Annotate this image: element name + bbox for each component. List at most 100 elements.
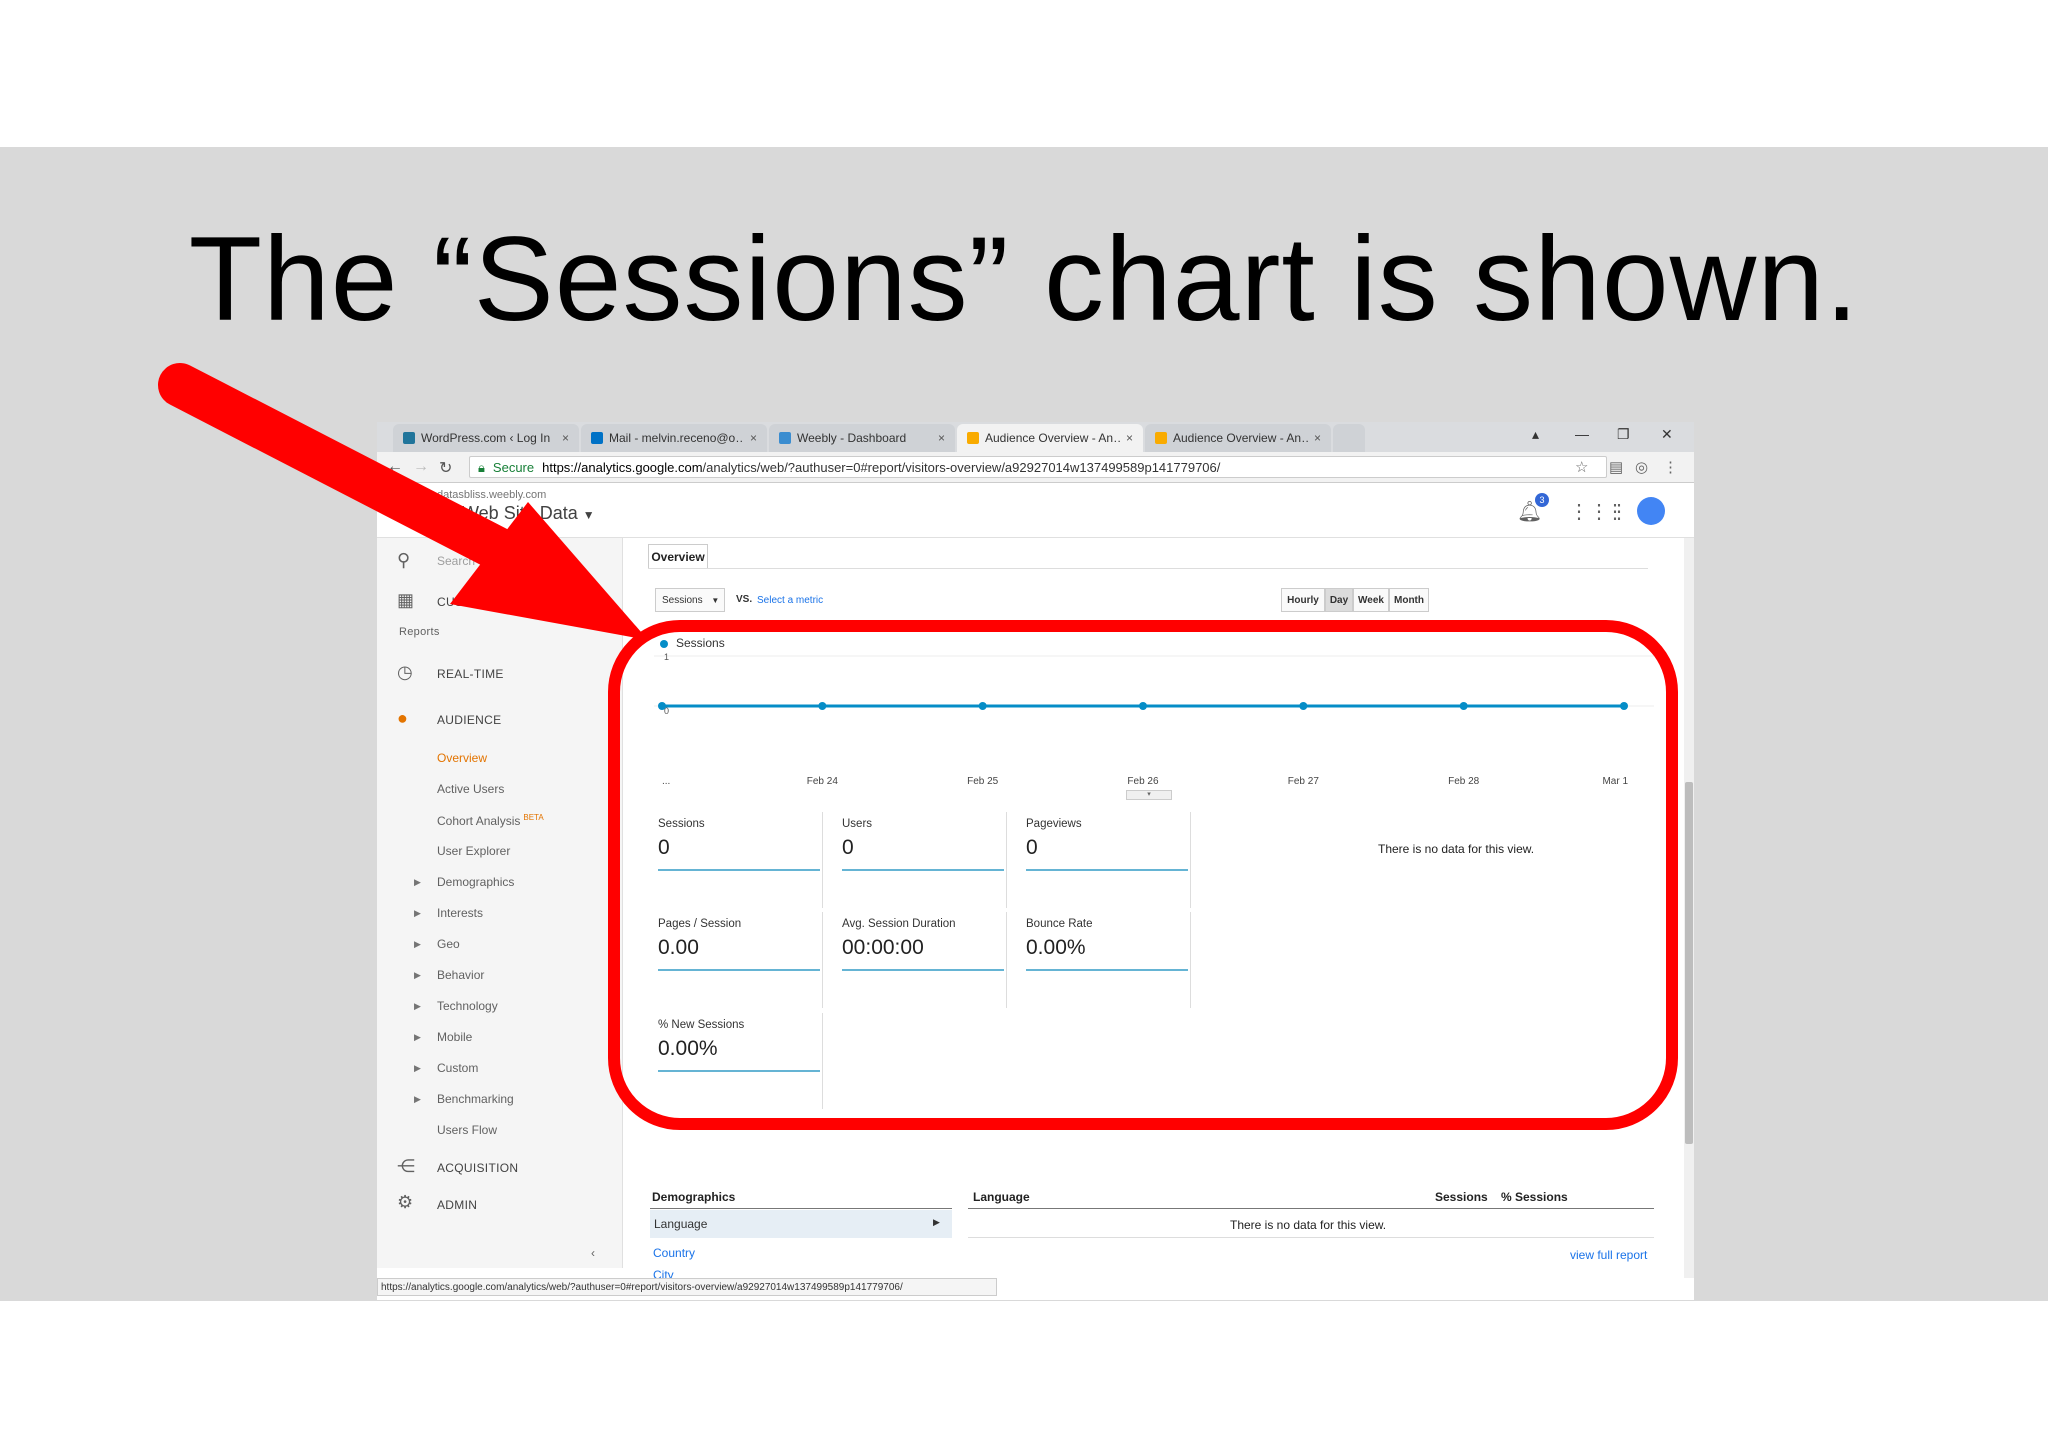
select-metric-link[interactable]: Select a metric: [757, 595, 823, 606]
demographics-language-item[interactable]: Language: [650, 1210, 952, 1238]
x-tick-label: ...: [662, 776, 670, 787]
sidebar-subitem-cohort-analysis[interactable]: Cohort Analysis BETA: [437, 813, 544, 828]
profile-icon[interactable]: ▴: [1532, 426, 1539, 443]
metric-card[interactable]: % New Sessions 0.00%: [652, 1013, 823, 1109]
x-tick-label: Feb 26: [1127, 776, 1159, 787]
reload-icon[interactable]: ↻: [439, 458, 452, 478]
expand-arrow-icon[interactable]: ▶: [414, 1063, 421, 1074]
expand-arrow-icon[interactable]: ▶: [414, 1094, 421, 1105]
expand-arrow-icon[interactable]: ▶: [414, 939, 421, 950]
browser-tab-active[interactable]: Audience Overview - An… ×: [957, 424, 1143, 452]
sidebar-subitem-geo[interactable]: Geo: [437, 937, 460, 951]
data-point[interactable]: [1459, 702, 1468, 710]
browser-tab[interactable]: WordPress.com ‹ Log In ×: [393, 424, 579, 452]
column-header-language[interactable]: Language: [973, 1190, 1030, 1204]
extension-icon[interactable]: ◎: [1635, 458, 1648, 476]
metric-label: % New Sessions: [658, 1019, 745, 1031]
chart-range-handle[interactable]: ▾: [1126, 790, 1172, 800]
close-icon[interactable]: ×: [1314, 431, 1321, 445]
sidebar-item-audience[interactable]: AUDIENCE: [437, 713, 501, 727]
sidebar-item-realtime[interactable]: REAL-TIME: [437, 667, 504, 681]
column-header-sessions[interactable]: Sessions: [1435, 1190, 1488, 1204]
url-field[interactable]: 🔒︎ Secure https://analytics.google.com/ana…: [469, 456, 1607, 478]
divider: [968, 1237, 1654, 1238]
notification-badge: 3: [1535, 493, 1549, 507]
extension-icon[interactable]: ▤: [1609, 458, 1623, 476]
metric-card[interactable]: Bounce Rate 0.00%: [1020, 912, 1191, 1008]
tab-bar: WordPress.com ‹ Log In × Mail - melvin.r…: [377, 422, 1694, 452]
data-point[interactable]: [1139, 702, 1147, 710]
back-icon[interactable]: ←: [387, 458, 403, 476]
chevron-right-icon: ▶: [933, 1217, 940, 1227]
sidebar-item-admin[interactable]: ADMIN: [437, 1198, 477, 1212]
metric-card[interactable]: Sessions 0: [652, 812, 823, 908]
close-window-icon[interactable]: ✕: [1661, 426, 1673, 443]
collapse-icon[interactable]: ‹: [591, 1246, 595, 1260]
metric-select[interactable]: Sessions ▼: [655, 588, 725, 612]
metric-card[interactable]: Users 0: [836, 812, 1007, 908]
demographics-country-link[interactable]: Country: [653, 1246, 695, 1260]
x-tick-label: Feb 24: [807, 776, 839, 787]
more-icon[interactable]: ⋮: [1605, 499, 1625, 524]
expand-arrow-icon[interactable]: ▶: [414, 877, 421, 888]
expand-arrow-icon[interactable]: ▶: [414, 1032, 421, 1043]
column-header-pct-sessions[interactable]: % Sessions: [1501, 1190, 1568, 1204]
metric-card[interactable]: Avg. Session Duration 00:00:00: [836, 912, 1007, 1008]
sidebar-item-customization[interactable]: CUSTOMIZATION: [437, 595, 539, 609]
granularity-hourly[interactable]: Hourly: [1281, 588, 1325, 612]
metric-value: 0: [658, 836, 670, 859]
sidebar-subitem-benchmarking[interactable]: Benchmarking: [437, 1092, 514, 1106]
metric-card[interactable]: Pages / Session 0.00: [652, 912, 823, 1008]
browser-tab[interactable]: Audience Overview - An… ×: [1145, 424, 1331, 452]
sidebar-subitem-behavior[interactable]: Behavior: [437, 968, 484, 982]
metric-card[interactable]: Pageviews 0: [1020, 812, 1191, 908]
metric-value: 0.00%: [1026, 936, 1086, 959]
close-icon[interactable]: ×: [938, 431, 945, 445]
sidebar-subitem-custom[interactable]: Custom: [437, 1061, 478, 1075]
sidebar-subitem-interests[interactable]: Interests: [437, 906, 483, 920]
restore-icon[interactable]: ❐: [1617, 426, 1630, 443]
metric-label: Bounce Rate: [1026, 918, 1093, 930]
expand-arrow-icon[interactable]: ▶: [414, 1001, 421, 1012]
close-icon[interactable]: ×: [750, 431, 757, 445]
main-content: Overview Sessions ▼ VS. Select a metric …: [624, 538, 1684, 1282]
granularity-day[interactable]: Day: [1325, 588, 1353, 612]
view-selector[interactable]: All Web Site Data ▼: [437, 503, 595, 524]
sidebar-subitem-users-flow[interactable]: Users Flow: [437, 1123, 497, 1137]
browser-menu-icon[interactable]: ⋮: [1663, 458, 1678, 476]
sidebar-search-input[interactable]: Search: [437, 554, 475, 568]
data-point[interactable]: [1620, 702, 1628, 710]
tab-overview[interactable]: Overview: [648, 544, 708, 569]
granularity-week[interactable]: Week: [1353, 588, 1389, 612]
sidebar-subitem-mobile[interactable]: Mobile: [437, 1030, 472, 1044]
sidebar-subitem-active-users[interactable]: Active Users: [437, 782, 504, 796]
analytics-icon: [967, 432, 979, 444]
close-icon[interactable]: ×: [562, 431, 569, 445]
minimize-icon[interactable]: —: [1575, 426, 1589, 442]
view-full-report-link[interactable]: view full report: [1570, 1248, 1647, 1262]
data-point[interactable]: [978, 702, 987, 710]
data-point[interactable]: [658, 702, 666, 710]
granularity-month[interactable]: Month: [1389, 588, 1429, 612]
browser-tab[interactable]: Weebly - Dashboard ×: [769, 424, 955, 452]
sessions-chart: 10... Feb 24 Feb 25 Feb 26 Feb 27 Feb 28 Mar 1: [654, 652, 1654, 787]
star-icon[interactable]: ☆: [1575, 458, 1588, 476]
new-tab-button[interactable]: [1333, 424, 1365, 452]
data-point[interactable]: [1299, 702, 1308, 710]
scrollbar-thumb[interactable]: [1685, 782, 1693, 1144]
forward-icon[interactable]: →: [413, 458, 429, 476]
expand-arrow-icon[interactable]: ▶: [414, 970, 421, 981]
sidebar-subitem-user-explorer[interactable]: User Explorer: [437, 844, 510, 858]
expand-arrow-icon[interactable]: ▶: [414, 908, 421, 919]
avatar[interactable]: [1637, 497, 1665, 525]
sidebar-subitem-demographics[interactable]: Demographics: [437, 875, 514, 889]
sidebar-subitem-technology[interactable]: Technology: [437, 999, 498, 1013]
browser-tab[interactable]: Mail - melvin.receno@o… ×: [581, 424, 767, 452]
metric-label: Users: [842, 818, 873, 830]
x-tick-label: Feb 25: [967, 776, 999, 787]
close-icon[interactable]: ×: [1126, 431, 1133, 445]
sidebar-subitem-overview[interactable]: Overview: [437, 751, 487, 765]
account-name: datasbliss.weebly.com: [437, 489, 547, 501]
data-point[interactable]: [818, 702, 827, 710]
sidebar-item-acquisition[interactable]: ACQUISITION: [437, 1161, 518, 1175]
